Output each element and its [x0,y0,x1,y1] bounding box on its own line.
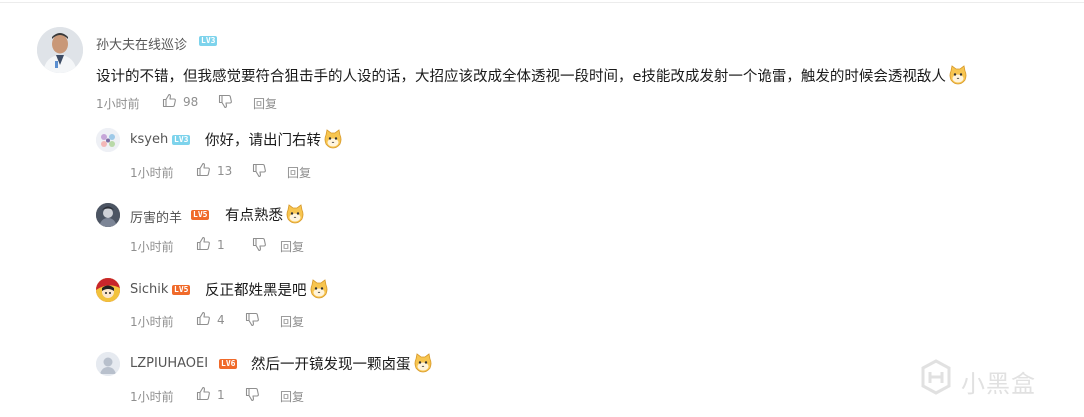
level-badge: LV5 [191,210,210,220]
cat-face-emoji-icon [285,204,305,228]
divider [0,2,1084,3]
comment-text: 然后一开镜发现一颗卤蛋 [251,353,433,377]
comment-text-content: 然后一开镜发现一颗卤蛋 [251,357,411,373]
comment-text-content: 你好，请出门右转 [205,133,321,149]
avatar[interactable] [96,128,120,152]
cat-face-emoji-icon [948,65,968,89]
reply-button[interactable]: 回复 [287,164,311,181]
avatar[interactable] [37,27,83,73]
reply-button[interactable]: 回复 [280,313,304,330]
comment-text: 设计的不错，但我感觉要符合狙击手的人设的话，大招应该改成全体透视一段时间，e技能… [96,65,968,89]
reply-button[interactable]: 回复 [280,388,304,405]
avatar[interactable] [96,203,120,227]
watermark: 小黑盒 [917,358,1067,398]
comment-meta: 1小时前 13 回复 [130,162,430,181]
timestamp: 1小时前 [130,166,174,180]
timestamp: 1小时前 [130,390,174,404]
author-name[interactable]: ksyeh [130,132,168,147]
thumbs-down-icon[interactable] [252,163,267,181]
author-name[interactable]: LZPIUHAOEI [130,356,208,371]
thumbs-down-icon[interactable] [245,312,260,330]
thumbs-down-icon[interactable] [218,94,233,112]
thumbs-up-icon[interactable] [162,93,177,111]
comment-meta: 1小时前 98 回复 [96,93,396,112]
avatar[interactable] [96,278,120,302]
comment-text: 有点熟悉 [225,204,305,228]
like-count: 1 [217,388,225,402]
thumbs-down-icon[interactable] [252,237,267,255]
thumbs-down-icon[interactable] [245,387,260,405]
comment-text-content: 有点熟悉 [225,208,283,224]
thumbs-up-icon[interactable] [196,311,211,329]
like-count: 1 [217,238,225,252]
cat-face-emoji-icon [309,279,329,303]
heybox-logo-icon [921,359,951,395]
level-badge: LV5 [172,285,191,295]
author-name[interactable]: 厉害的羊 [130,207,182,226]
level-badge: LV6 [219,359,238,369]
thumbs-up-icon[interactable] [196,386,211,404]
like-count: 98 [183,95,199,109]
comment-text: 反正都姓黑是吧 [205,279,329,303]
comment-text-content: 设计的不错，但我感觉要符合狙击手的人设的话，大招应该改成全体透视一段时间，e技能… [96,69,946,85]
thumbs-up-icon[interactable] [196,162,211,180]
timestamp: 1小时前 [130,315,174,329]
level-badge: LV3 [199,36,218,46]
cat-face-emoji-icon [413,353,433,377]
timestamp: 1小时前 [96,97,140,111]
reply-button[interactable]: 回复 [253,95,277,112]
avatar[interactable] [96,352,120,376]
comment-text: 你好，请出门右转 [205,129,343,153]
level-badge: LV3 [172,135,191,145]
reply-button[interactable]: 回复 [280,238,304,255]
cat-face-emoji-icon [323,129,343,153]
comment-meta: 1小时前 4 回复 [130,311,430,330]
author-name[interactable]: 孙大夫在线巡诊 [96,34,187,53]
like-count: 13 [217,164,233,178]
watermark-text: 小黑盒 [961,370,1036,398]
comment-meta: 1小时前 1 回复 [130,236,430,255]
timestamp: 1小时前 [130,240,174,254]
comment-text-content: 反正都姓黑是吧 [205,283,307,299]
author-name[interactable]: Sichik [130,282,168,297]
like-count: 4 [217,313,225,327]
comment-meta: 1小时前 1 回复 [130,386,430,405]
thumbs-up-icon[interactable] [196,236,211,254]
